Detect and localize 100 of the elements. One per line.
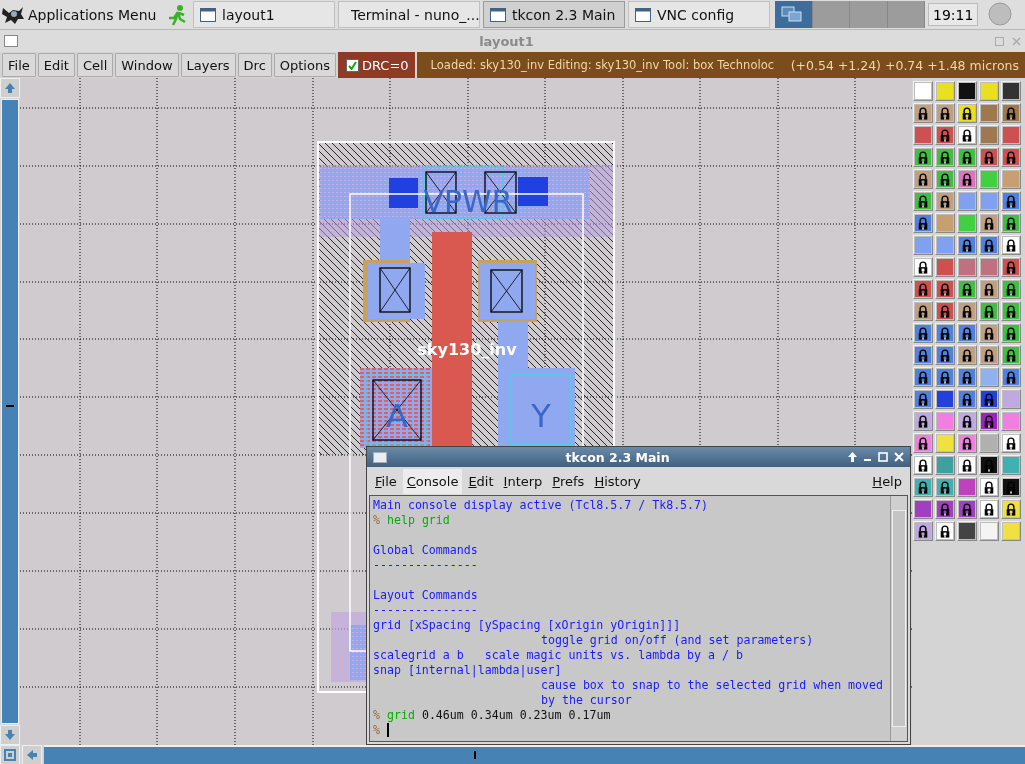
layer-swatch[interactable]: [935, 103, 955, 123]
layer-swatch[interactable]: [979, 455, 999, 475]
layer-swatch[interactable]: [913, 169, 933, 189]
desktop-pager-cell[interactable]: [812, 1, 850, 28]
layer-swatch[interactable]: [913, 367, 933, 387]
scroll-left-button[interactable]: [22, 745, 42, 764]
menu-item[interactable]: Interp: [499, 468, 547, 494]
layer-swatch[interactable]: [935, 213, 955, 233]
console-scrollbar[interactable]: [890, 496, 907, 741]
layer-swatch[interactable]: [1001, 345, 1021, 365]
layer-swatch[interactable]: [913, 103, 933, 123]
layer-swatch[interactable]: [935, 521, 955, 541]
layer-swatch[interactable]: [957, 345, 977, 365]
layer-swatch[interactable]: [979, 213, 999, 233]
layer-swatch[interactable]: [1001, 125, 1021, 145]
layer-swatch[interactable]: [935, 389, 955, 409]
layer-swatch[interactable]: [935, 191, 955, 211]
desktop-pager-cell[interactable]: [775, 1, 813, 28]
layer-swatch[interactable]: [1001, 279, 1021, 299]
layer-swatch[interactable]: [935, 279, 955, 299]
layer-swatch[interactable]: [913, 125, 933, 145]
layer-swatch[interactable]: [979, 235, 999, 255]
layer-swatch[interactable]: [913, 323, 933, 343]
layer-swatch[interactable]: [913, 455, 933, 475]
layer-swatch[interactable]: [957, 323, 977, 343]
menu-button[interactable]: Cell: [76, 53, 114, 77]
layer-swatch[interactable]: [935, 147, 955, 167]
vertical-scrollbar[interactable]: [1, 99, 19, 724]
layer-swatch[interactable]: [1001, 521, 1021, 541]
layer-swatch[interactable]: [1001, 81, 1021, 101]
layer-swatch[interactable]: [957, 455, 977, 475]
layer-swatch[interactable]: [935, 433, 955, 453]
layer-swatch[interactable]: [1001, 191, 1021, 211]
layer-swatch[interactable]: [957, 81, 977, 101]
scroll-up-button[interactable]: [0, 78, 20, 98]
layer-swatch[interactable]: [913, 279, 933, 299]
layer-swatch[interactable]: [935, 455, 955, 475]
layer-swatch[interactable]: [957, 477, 977, 497]
menu-button[interactable]: File: [2, 53, 36, 77]
layer-swatch[interactable]: [979, 301, 999, 321]
layer-swatch[interactable]: [1001, 455, 1021, 475]
layer-swatch[interactable]: [957, 389, 977, 409]
task-button[interactable]: layout1: [193, 1, 335, 28]
layer-swatch[interactable]: [913, 433, 933, 453]
layer-swatch[interactable]: [935, 345, 955, 365]
layer-swatch[interactable]: [935, 499, 955, 519]
layer-swatch[interactable]: [957, 191, 977, 211]
menu-item[interactable]: Edit: [464, 468, 498, 494]
layer-swatch[interactable]: [979, 169, 999, 189]
horizontal-scrollbar[interactable]: [44, 745, 1025, 764]
layer-swatch[interactable]: [1001, 213, 1021, 233]
layer-swatch[interactable]: [935, 411, 955, 431]
layer-swatch[interactable]: [979, 411, 999, 431]
menu-item[interactable]: History: [590, 468, 645, 494]
menu-item[interactable]: Prefs: [548, 468, 589, 494]
task-button[interactable]: Terminal - nuno_...: [338, 1, 480, 28]
layer-swatch[interactable]: [979, 521, 999, 541]
layer-swatch[interactable]: [979, 433, 999, 453]
layer-swatch[interactable]: [957, 147, 977, 167]
layer-swatch[interactable]: [979, 257, 999, 277]
layer-swatch[interactable]: [979, 499, 999, 519]
layer-swatch[interactable]: [1001, 103, 1021, 123]
layer-swatch[interactable]: [913, 257, 933, 277]
layer-swatch[interactable]: [979, 81, 999, 101]
menu-button[interactable]: Drc: [237, 53, 272, 77]
menu-button[interactable]: Layers: [180, 53, 236, 77]
layer-swatch[interactable]: [957, 235, 977, 255]
layer-swatch[interactable]: [957, 367, 977, 387]
layer-swatch[interactable]: [979, 191, 999, 211]
layer-swatch[interactable]: [935, 169, 955, 189]
zoom-box-button[interactable]: [0, 745, 20, 764]
layer-swatch[interactable]: [913, 191, 933, 211]
menu-item[interactable]: File: [371, 468, 401, 494]
layer-swatch[interactable]: [935, 367, 955, 387]
layer-swatch[interactable]: [913, 81, 933, 101]
layer-swatch[interactable]: [913, 345, 933, 365]
layer-swatch[interactable]: [935, 81, 955, 101]
layer-swatch[interactable]: [935, 477, 955, 497]
menu-button[interactable]: Edit: [37, 53, 75, 77]
layer-swatch[interactable]: [935, 301, 955, 321]
layer-swatch[interactable]: [913, 235, 933, 255]
layer-swatch[interactable]: [957, 499, 977, 519]
layer-swatch[interactable]: [957, 279, 977, 299]
layer-swatch[interactable]: [913, 499, 933, 519]
layer-swatch[interactable]: [979, 103, 999, 123]
layer-swatch[interactable]: [979, 345, 999, 365]
layer-swatch[interactable]: [935, 125, 955, 145]
menu-button[interactable]: Window: [115, 53, 179, 77]
layer-swatch[interactable]: [957, 301, 977, 321]
layer-swatch[interactable]: [1001, 169, 1021, 189]
layer-swatch[interactable]: [1001, 477, 1021, 497]
layer-swatch[interactable]: [1001, 323, 1021, 343]
layer-swatch[interactable]: [1001, 147, 1021, 167]
layer-swatch[interactable]: [913, 213, 933, 233]
layer-swatch[interactable]: [979, 279, 999, 299]
layer-swatch[interactable]: [957, 103, 977, 123]
layer-swatch[interactable]: [957, 213, 977, 233]
layer-swatch[interactable]: [957, 521, 977, 541]
layer-swatch[interactable]: [935, 323, 955, 343]
layer-swatch[interactable]: [957, 411, 977, 431]
